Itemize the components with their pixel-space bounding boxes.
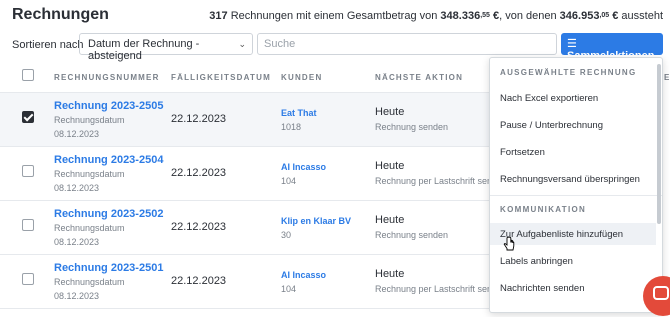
list-icon: ☰: [567, 38, 577, 50]
next-action-detail: Rechnung senden: [375, 122, 449, 132]
invoice-date: 08.12.2023: [54, 129, 100, 139]
divider: [0, 254, 490, 255]
row-checkbox[interactable]: [22, 219, 34, 231]
menu-item-resume[interactable]: Fortsetzen: [490, 141, 656, 163]
next-action-detail: Rechnung senden: [375, 230, 449, 240]
next-action: Heute: [375, 106, 405, 118]
sort-value: Datum der Rechnung - absteigend: [88, 38, 200, 62]
menu-item-skip-sending[interactable]: Rechnungsversand überspringen: [490, 168, 656, 190]
invoice-date: 08.12.2023: [54, 237, 100, 247]
column-header-clipped: E: [664, 73, 670, 82]
row-checkbox[interactable]: [22, 273, 34, 285]
invoice-date: 08.12.2023: [54, 183, 100, 193]
column-header-due-date[interactable]: FÄLLIGKEITSDATUM: [171, 73, 271, 82]
menu-item-apply-labels[interactable]: Labels anbringen: [490, 250, 656, 272]
select-all-checkbox[interactable]: [22, 69, 34, 81]
bulk-actions-menu: AUSGEWÄHLTE RECHNUNG Nach Excel exportie…: [489, 57, 663, 313]
invoice-date-label: Rechnungsdatum: [54, 223, 125, 233]
customer-link[interactable]: Eat That: [281, 108, 317, 118]
column-header-next-action[interactable]: NÄCHSTE AKTION: [375, 73, 463, 82]
divider: [0, 146, 490, 147]
sort-label: Sortieren nach: [12, 39, 84, 51]
invoice-number-link[interactable]: Rechnung 2023-2505: [54, 100, 163, 112]
search-input[interactable]: Suche: [257, 33, 557, 55]
invoice-number-link[interactable]: Rechnung 2023-2501: [54, 262, 163, 274]
due-date: 22.12.2023: [171, 221, 227, 233]
row-checkbox[interactable]: [22, 111, 34, 123]
due-date: 22.12.2023: [171, 167, 227, 179]
next-action: Heute: [375, 214, 405, 226]
invoice-date-label: Rechnungsdatum: [54, 115, 125, 125]
customer-id: 1018: [281, 122, 302, 132]
menu-item-send-messages[interactable]: Nachrichten senden: [490, 277, 656, 299]
sort-select[interactable]: Datum der Rechnung - absteigend ⌄: [79, 33, 253, 62]
due-date: 22.12.2023: [171, 113, 227, 125]
customer-id: 30: [281, 230, 292, 240]
bulk-actions-button[interactable]: ☰Sammelaktionen: [561, 33, 663, 62]
chevron-down-icon: ⌄: [238, 39, 246, 49]
customer-id: 104: [281, 176, 297, 186]
due-date: 22.12.2023: [171, 275, 227, 287]
menu-item-export-excel[interactable]: Nach Excel exportieren: [490, 87, 656, 109]
menu-section-selected-invoice: AUSGEWÄHLTE RECHNUNG: [500, 68, 637, 77]
invoice-number-link[interactable]: Rechnung 2023-2502: [54, 208, 163, 220]
invoice-number-link[interactable]: Rechnung 2023-2504: [54, 154, 163, 166]
row-checkbox[interactable]: [22, 165, 34, 177]
next-action: Heute: [375, 268, 405, 280]
menu-divider: [490, 195, 662, 196]
invoice-date-label: Rechnungsdatum: [54, 277, 125, 287]
page-title: Rechnungen: [12, 6, 109, 23]
customer-id: 104: [281, 284, 297, 294]
hand-cursor-icon: [503, 237, 515, 251]
column-header-customer[interactable]: KUNDEN: [281, 73, 322, 82]
menu-section-communication: KOMMUNIKATION: [500, 205, 587, 214]
menu-scrollbar[interactable]: [657, 64, 661, 224]
menu-item-pause[interactable]: Pause / Unterbrechnung: [490, 114, 656, 136]
divider: [0, 200, 490, 201]
invoice-date: 08.12.2023: [54, 291, 100, 301]
next-action-detail: Rechnung per Lastschrift sende: [375, 176, 489, 186]
column-header-number[interactable]: RECHNUNGSNUMMER: [54, 73, 160, 82]
next-action: Heute: [375, 160, 405, 172]
divider: [0, 308, 490, 309]
chat-icon: [653, 286, 669, 300]
next-action-detail: Rechnung per Lastschrift sende: [375, 284, 489, 294]
customer-link[interactable]: Klip en Klaar BV: [281, 216, 351, 226]
invoice-date-label: Rechnungsdatum: [54, 169, 125, 179]
customer-link[interactable]: AI Incasso: [281, 162, 326, 172]
customer-link[interactable]: AI Incasso: [281, 270, 326, 280]
invoice-summary: 317 Rechnungen mit einem Gesamtbetrag vo…: [209, 10, 663, 22]
